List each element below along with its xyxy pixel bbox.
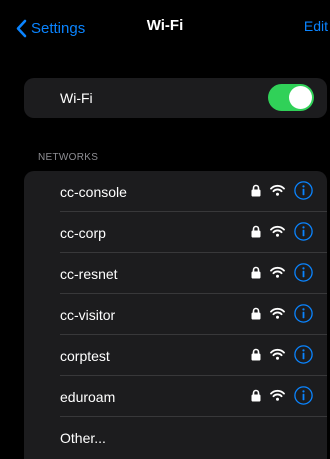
toggle-knob [289, 86, 312, 109]
info-icon[interactable] [294, 304, 313, 323]
wifi-icon [270, 348, 285, 360]
lock-icon [251, 266, 261, 279]
network-name: cc-corp [60, 225, 106, 241]
wifi-toggle-cell: Wi-Fi [24, 78, 327, 118]
networks-list: cc-console cc-corp cc-resnet cc-visitor corp… [24, 171, 327, 459]
lock-icon [251, 184, 261, 197]
other-network-label: Other... [60, 430, 106, 446]
wifi-icon [270, 266, 285, 278]
navigation-bar: Settings Wi-Fi Edit [0, 0, 330, 56]
wifi-icon [270, 389, 285, 401]
wifi-icon [270, 184, 285, 196]
info-icon[interactable] [294, 181, 313, 200]
network-row[interactable]: cc-console [24, 171, 327, 212]
network-row[interactable]: cc-corp [24, 212, 327, 253]
wifi-toggle-label: Wi-Fi [60, 90, 93, 106]
network-name: cc-console [60, 184, 127, 200]
info-icon[interactable] [294, 386, 313, 405]
wifi-icon [270, 307, 285, 319]
wifi-toggle-switch[interactable] [268, 84, 314, 111]
lock-icon [251, 389, 261, 402]
lock-icon [251, 225, 261, 238]
network-row[interactable]: eduroam [24, 376, 327, 417]
lock-icon [251, 348, 261, 361]
networks-section-header: NETWORKS [38, 152, 99, 163]
network-row[interactable]: corptest [24, 335, 327, 376]
network-name: corptest [60, 348, 110, 364]
network-row[interactable]: cc-visitor [24, 294, 327, 335]
wifi-icon [270, 225, 285, 237]
network-row[interactable]: cc-resnet [24, 253, 327, 294]
info-icon[interactable] [294, 222, 313, 241]
edit-button[interactable]: Edit [304, 18, 328, 34]
other-network-row[interactable]: Other... [24, 417, 327, 458]
info-icon[interactable] [294, 345, 313, 364]
page-title: Wi-Fi [146, 17, 184, 34]
network-name: cc-visitor [60, 307, 116, 323]
info-icon[interactable] [294, 263, 313, 282]
network-name: eduroam [60, 389, 116, 405]
network-name: cc-resnet [60, 266, 118, 282]
lock-icon [251, 307, 261, 320]
